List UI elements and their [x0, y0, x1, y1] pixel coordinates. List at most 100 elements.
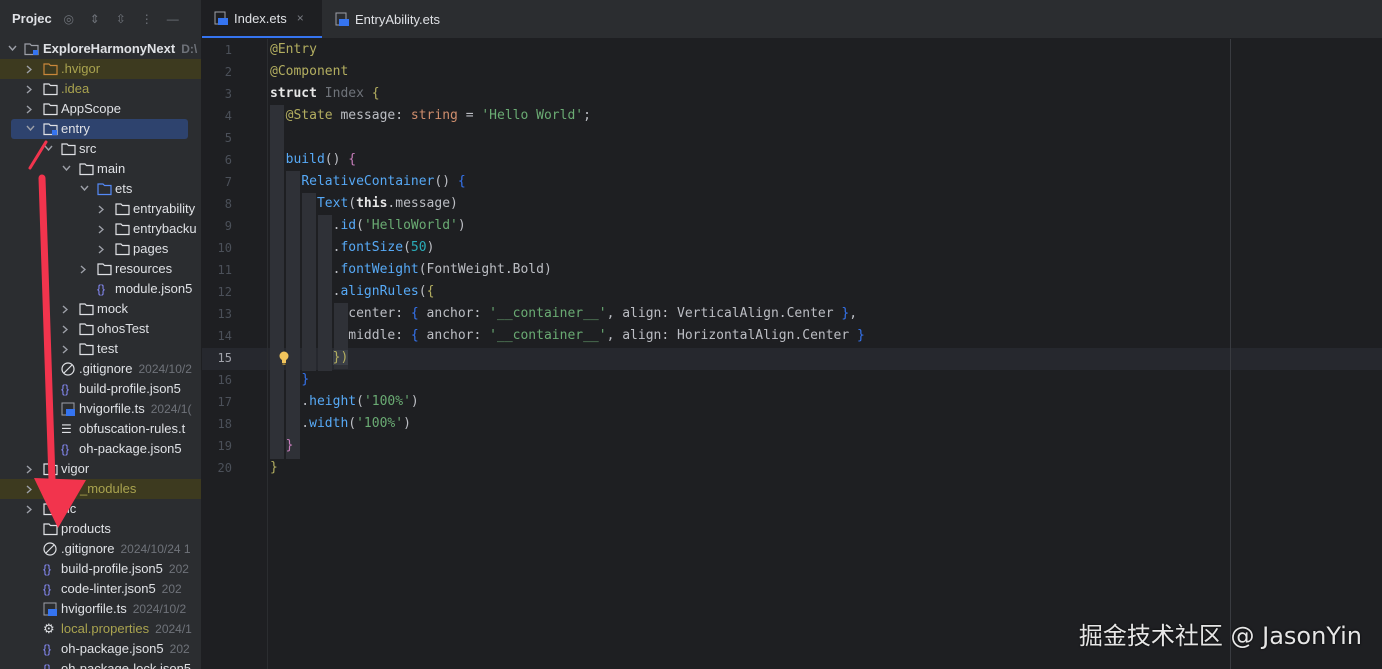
tab-label: Index.ets: [234, 10, 287, 26]
chevron-right-icon[interactable]: [79, 259, 89, 279]
tree-item[interactable]: {} oh-package.json5: [0, 439, 201, 459]
chevron-right-icon[interactable]: [25, 499, 35, 519]
watermark: 掘金技术社区 @ JasonYin: [1078, 622, 1362, 650]
minimize-icon[interactable]: —: [166, 12, 180, 26]
tree-item-label: .idea: [61, 81, 90, 96]
code-line: }: [301, 372, 310, 387]
tree-item[interactable]: {} code-linter.json5 202: [0, 579, 201, 599]
collapse-icon[interactable]: ⇳: [114, 12, 128, 26]
tree-item[interactable]: ⚙ local.properties 2024/1: [0, 619, 201, 639]
chevron-down-icon[interactable]: [7, 39, 17, 59]
chevron-down-icon[interactable]: [61, 159, 71, 179]
code-line: build() {: [285, 152, 357, 167]
folder-icon: [43, 63, 58, 76]
tree-item[interactable]: mock: [0, 299, 201, 319]
expand-icon[interactable]: ⇕: [88, 12, 102, 26]
code-line: @Component: [270, 64, 349, 79]
tab-entryability-ets[interactable]: EntryAbility.ets: [323, 0, 463, 38]
tree-item[interactable]: .gitignore 2024/10/24 1: [0, 539, 201, 559]
current-line-highlight: [202, 348, 1382, 370]
tree-item-label: entrybacku: [133, 221, 197, 236]
chevron-down-icon[interactable]: [43, 139, 53, 159]
tree-item[interactable]: .gitignore 2024/10/2: [0, 359, 201, 379]
tree-item[interactable]: .hvigor: [0, 59, 201, 79]
chevron-right-icon[interactable]: [25, 79, 35, 99]
chevron-right-icon[interactable]: [97, 239, 107, 259]
tree-item-label: _modules: [80, 481, 137, 496]
code-line: .width('100%'): [270, 416, 411, 431]
chevron-right-icon[interactable]: [25, 99, 35, 119]
tree-item-label: vigor: [61, 461, 90, 476]
tree-item[interactable]: ets: [0, 179, 201, 199]
module-folder-icon: [43, 123, 58, 136]
chevron-right-icon[interactable]: [61, 299, 71, 319]
tree-item[interactable]: src: [0, 139, 201, 159]
chevron-right-icon[interactable]: [61, 319, 71, 339]
ignore-file-icon: [61, 362, 75, 376]
tree-item-label: .hvigor: [61, 61, 101, 76]
tree-item[interactable]: {} build-profile.json5: [0, 379, 201, 399]
code-editor[interactable]: 1 2 3 4 5 6 7 8 9 10 11 12 13 14 15 16 1…: [202, 39, 1382, 669]
tree-item[interactable]: {} module.json5: [0, 279, 201, 299]
folder-icon: [43, 103, 58, 116]
tree-item-label: build-profile.json5 202: [61, 561, 189, 576]
tree-item[interactable]: main: [0, 159, 201, 179]
tree-item-entry[interactable]: entry: [0, 119, 201, 139]
target-icon[interactable]: ◎: [62, 12, 76, 26]
tree-root[interactable]: ExploreHarmonyNext D:\: [0, 39, 201, 59]
tree-item-label: entry: [61, 121, 90, 136]
tree-item[interactable]: AppScope: [0, 99, 201, 119]
code-line: middle: { anchor: '__container__', align…: [270, 328, 865, 343]
module-folder-icon: [24, 43, 39, 56]
tree-item[interactable]: entryability: [0, 199, 201, 219]
chevron-right-icon[interactable]: [61, 339, 71, 359]
chevron-right-icon[interactable]: [25, 459, 35, 479]
folder-icon: [97, 263, 112, 276]
tree-item[interactable]: {} build-profile.json5 202: [0, 559, 201, 579]
chevron-right-icon[interactable]: [25, 59, 35, 79]
tree-item[interactable]: .idea: [0, 79, 201, 99]
tree-item[interactable]: lic: [0, 499, 201, 519]
tree-item[interactable]: pages: [0, 239, 201, 259]
tree-item-label: code-linter.json5 202: [61, 581, 182, 596]
tree-item[interactable]: ohosTest: [0, 319, 201, 339]
tree-item[interactable]: products: [0, 519, 201, 539]
folder-icon: [61, 143, 76, 156]
source-folder-icon: [97, 183, 112, 196]
tree-item[interactable]: vigor: [0, 459, 201, 479]
tree-item-label: src: [79, 141, 97, 156]
close-icon[interactable]: ×: [297, 11, 304, 25]
tree-item[interactable]: entrybacku: [0, 219, 201, 239]
editor-tabbar: Index.ets × EntryAbility.ets: [202, 0, 1382, 39]
tree-item[interactable]: _modules: [0, 479, 201, 499]
tree-item-label: pages: [133, 241, 169, 256]
json-file-icon: {}: [43, 642, 52, 656]
tab-index-ets[interactable]: Index.ets ×: [202, 0, 322, 38]
lightbulb-icon[interactable]: [278, 351, 290, 365]
tree-item[interactable]: ☰ obfuscation-rules.t: [0, 419, 201, 439]
project-panel-title[interactable]: Projec: [12, 11, 52, 26]
tree-item[interactable]: {} oh-package.json5 202: [0, 639, 201, 659]
chevron-down-icon[interactable]: [79, 179, 89, 199]
chevron-down-icon[interactable]: [25, 119, 35, 139]
tree-item[interactable]: hvigorfile.ts 2024/10/2: [0, 599, 201, 619]
tree-item-label: mock: [97, 301, 129, 316]
code-line: @Entry: [270, 42, 317, 57]
tree-item[interactable]: test: [0, 339, 201, 359]
gear-icon: ⚙: [43, 621, 55, 636]
tree-item[interactable]: {} oh-package-lock.json5: [0, 659, 201, 669]
chevron-right-icon[interactable]: [97, 199, 107, 219]
code-line: @State message: string = 'Hello World';: [285, 108, 591, 123]
folder-icon: [43, 503, 58, 516]
tree-item[interactable]: resources: [0, 259, 201, 279]
typescript-file-icon: [61, 402, 75, 416]
code-line: struct Index {: [270, 86, 380, 101]
more-icon[interactable]: ⋮: [140, 12, 154, 26]
folder-icon: [43, 83, 58, 96]
chevron-right-icon[interactable]: [97, 219, 107, 239]
chevron-right-icon[interactable]: [25, 479, 35, 499]
tree-root-label: ExploreHarmonyNext D:\: [43, 41, 198, 56]
json-file-icon: {}: [61, 382, 70, 396]
tree-item[interactable]: hvigorfile.ts 2024/1(: [0, 399, 201, 419]
project-panel: Projec ◎ ⇕ ⇳ ⋮ — ExploreHarmonyNext D:\ .…: [0, 0, 202, 669]
